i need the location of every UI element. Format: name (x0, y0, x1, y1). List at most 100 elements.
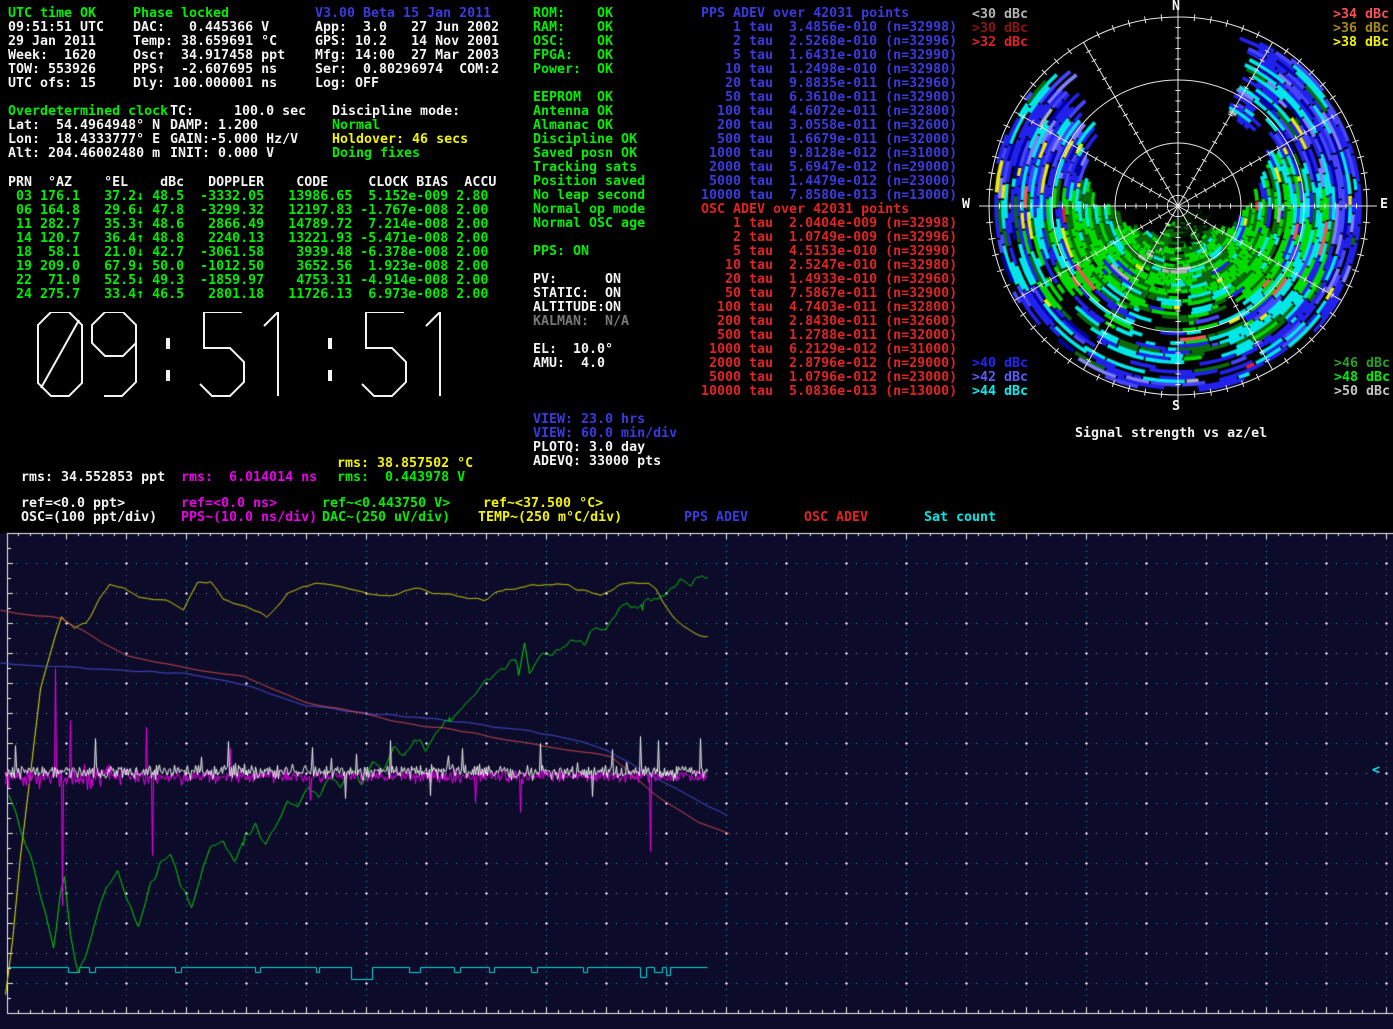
version-info-line-1: App: 3.0 27 Jun 2002 (315, 21, 499, 35)
adev-pps-row-5000: 5000 tau 1.4479e-012 (n=23000) (701, 175, 957, 189)
loop-params-line-0: TC: 100.0 sec (170, 105, 306, 119)
mask-settings-line-0: EL: 10.0° (533, 343, 613, 357)
fix-modes-line-2: ALTITUDE:ON (533, 301, 621, 315)
adev-pps-row-5: 5 tau 1.6431e-010 (n=32990) (701, 49, 957, 63)
lady-heather-screen: UTC time OK09:51:51 UTC29 Jan 2011Week: … (0, 0, 1393, 1029)
self-tests-line-3: FPGA: OK (533, 49, 613, 63)
sat-table-row-06: 06 164.8 29.6↓ 47.8 -3299.32 12197.83 -1… (8, 204, 488, 218)
oscillator-status-line-0: Phase locked (133, 7, 229, 21)
adev-osc-row-5000: 5000 tau 1.0796e-012 (n=23000) (701, 371, 957, 385)
self-tests-line-1: RAM: OK (533, 21, 613, 35)
oscillator-status-line-1: DAC: 0.445366 V (133, 21, 269, 35)
adev-osc-title: OSC ADEV over 42031 points (701, 203, 909, 217)
version-info-line-3: Mfg: 14:00 27 Mar 2003 (315, 49, 499, 63)
compass-w: W (962, 198, 970, 212)
discipline-mode-line-2: Holdover: 46 secs (332, 133, 468, 147)
graph-title-sat-count: Sat count (924, 511, 996, 525)
legend-gt34: >34 dBc (1333, 8, 1389, 22)
sat-table-row-03: 03 176.1 37.2↓ 48.5 -3332.05 13986.65 5.… (8, 190, 488, 204)
sat-table-row-14: 14 120.7 36.4↑ 48.8 2240.13 13221.93 -5.… (8, 232, 488, 246)
version-info-line-2: GPS: 10.2 14 Nov 2001 (315, 35, 499, 49)
discipline-mode-line-1: Normal (332, 119, 380, 133)
scale-temp: TEMP~(250 m°C/div) (478, 511, 622, 525)
view-settings-line-0: VIEW: 23.0 hrs (533, 413, 645, 427)
health-status-line-0: EEPROM OK (533, 91, 613, 105)
utc-status-line-3: Week: 1620 (8, 49, 96, 63)
graph-title-osc-adev: OSC ADEV (804, 511, 868, 525)
compass-e: E (1380, 198, 1388, 212)
fix-modes-line-1: STATIC: ON (533, 287, 621, 301)
version-info-line-5: Log: OFF (315, 77, 379, 91)
plot-area-canvas (0, 530, 1393, 1029)
legend-gt32: >32 dBc (972, 36, 1028, 50)
digital-clock (0, 312, 470, 408)
utc-status-line-4: TOW: 553926 (8, 63, 96, 77)
oscillator-status-line-2: Temp: 38.659691 °C (133, 35, 277, 49)
adev-osc-row-500: 500 tau 1.2788e-011 (n=32000) (701, 329, 957, 343)
adev-pps-row-10000: 10000 tau 7.8580e-013 (n=13000) (701, 189, 957, 203)
rms-dac: rms: 0.443978 V (337, 471, 465, 485)
health-status-line-6: Position saved (533, 175, 645, 189)
adev-osc-row-2000: 2000 tau 2.8796e-012 (n=29000) (701, 357, 957, 371)
adev-pps-title: PPS ADEV over 42031 points (701, 7, 909, 21)
rms-pps: rms: 6.014014 ns (181, 471, 317, 485)
rms-osc: rms: 34.552853 ppt (21, 471, 165, 485)
adev-pps-row-20: 20 tau 9.8835e-011 (n=32960) (701, 77, 957, 91)
sat-table-row-24: 24 275.7 33.4↑ 46.5 2801.18 11726.13 6.9… (8, 288, 488, 302)
adev-osc-row-1000: 1000 tau 6.2129e-012 (n=31000) (701, 343, 957, 357)
legend-lt30: <30 dBc (972, 8, 1028, 22)
mask-settings-line-1: AMU: 4.0 (533, 357, 605, 371)
compass-n: N (1172, 0, 1180, 14)
position-info-line-2: Lon: 18.4333777° E (8, 133, 160, 147)
compass-s: S (1172, 400, 1180, 414)
graph-title-pps-adev: PPS ADEV (684, 511, 748, 525)
utc-status-line-0: UTC time OK (8, 7, 96, 21)
rms-temp: rms: 38.857502 °C (337, 457, 473, 471)
pps-status-line-0: PPS: ON (533, 245, 589, 259)
sky-map-caption: Signal strength vs az/el (1075, 427, 1267, 441)
legend-gt40: >40 dBc (972, 357, 1028, 371)
oscillator-status-line-3: Osc↑ 34.917458 ppt (133, 49, 285, 63)
legend-gt30: >30 dBc (972, 22, 1028, 36)
scale-dac: DAC~(250 uV/div) (322, 511, 450, 525)
adev-pps-row-50: 50 tau 6.3610e-011 (n=32900) (701, 91, 957, 105)
fix-modes-line-3: KALMAN: N/A (533, 315, 629, 329)
discipline-mode-line-3: Doing fixes (332, 147, 420, 161)
fix-modes-line-0: PV: ON (533, 273, 621, 287)
health-status-line-4: Saved posn OK (533, 147, 637, 161)
health-status-line-8: Normal op mode (533, 203, 645, 217)
position-info-line-1: Lat: 54.4964948° N (8, 119, 160, 133)
self-tests-line-0: ROM: OK (533, 7, 613, 21)
adev-osc-row-5: 5 tau 4.5153e-010 (n=32990) (701, 245, 957, 259)
utc-status-line-1: 09:51:51 UTC (8, 21, 104, 35)
version-info-line-4: Ser: 0.80296974 COM:2 (315, 63, 499, 77)
legend-gt46: >46 dBc (1334, 357, 1390, 371)
ref-osc: ref=<0.0 ppt> (21, 497, 125, 511)
health-status-line-2: Almanac OK (533, 119, 613, 133)
view-settings-line-3: ADEVQ: 33000 pts (533, 455, 661, 469)
adev-pps-row-200: 200 tau 3.0558e-011 (n=32600) (701, 119, 957, 133)
center-line-marker: < (1372, 764, 1380, 778)
legend-gt48: >48 dBc (1334, 371, 1390, 385)
view-settings-line-2: PLOTQ: 3.0 day (533, 441, 645, 455)
legend-gt42: >42 dBc (972, 371, 1028, 385)
sat-table-row-19: 19 209.0 67.9↓ 50.0 -1012.50 3652.56 1.9… (8, 260, 488, 274)
health-status-line-1: Antenna OK (533, 105, 613, 119)
utc-status-line-2: 29 Jan 2011 (8, 35, 96, 49)
ref-pps: ref=<0.0 ns> (181, 497, 277, 511)
adev-osc-row-20: 20 tau 1.4933e-010 (n=32960) (701, 273, 957, 287)
version-info-line-0: V3.00 Beta 15 Jan 2011 (315, 7, 491, 21)
adev-pps-row-2: 2 tau 2.5268e-010 (n=32996) (701, 35, 957, 49)
adev-osc-row-10: 10 tau 2.5247e-010 (n=32980) (701, 259, 957, 273)
adev-pps-row-100: 100 tau 4.6072e-011 (n=32800) (701, 105, 957, 119)
loop-params-line-3: INIT: 0.000 V (170, 147, 274, 161)
health-status-line-7: No leap second (533, 189, 645, 203)
view-settings-line-1: VIEW: 60.0 min/div (533, 427, 677, 441)
health-status-line-9: Normal OSC age (533, 217, 645, 231)
utc-status-line-5: UTC ofs: 15 (8, 77, 96, 91)
adev-osc-row-2: 2 tau 1.0749e-009 (n=32996) (701, 231, 957, 245)
scale-pps: PPS~(10.0 ns/div) (181, 511, 317, 525)
sat-table-row-22: 22 71.0 52.5↓ 49.3 -1859.97 4753.31 -4.9… (8, 274, 488, 288)
adev-osc-row-10000: 10000 tau 5.0836e-013 (n=13000) (701, 385, 957, 399)
adev-pps-row-1000: 1000 tau 9.8128e-012 (n=31000) (701, 147, 957, 161)
